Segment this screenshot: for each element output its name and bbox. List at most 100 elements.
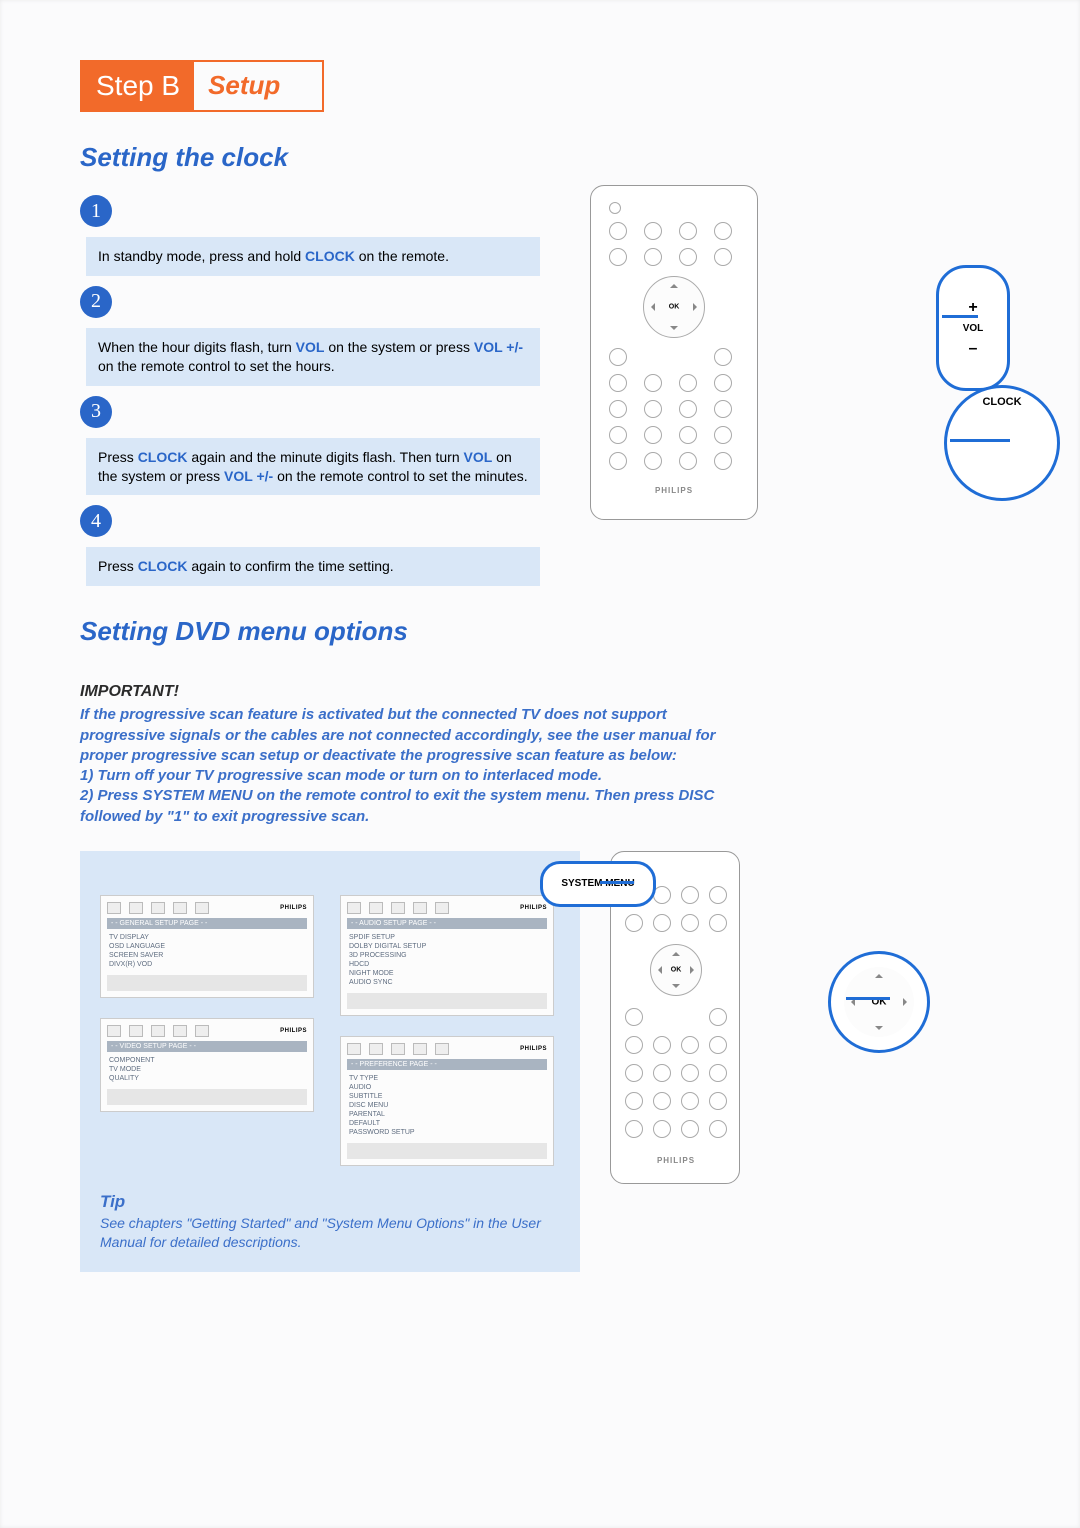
menu-video: PHILIPS - - VIDEO SETUP PAGE - - COMPONE…	[100, 1018, 314, 1112]
tab-icon	[369, 902, 383, 914]
remote-button	[679, 248, 697, 266]
step-number: 2	[80, 286, 112, 318]
remote-button	[714, 400, 732, 418]
remote-button	[625, 1036, 643, 1054]
callout-line	[950, 439, 1010, 442]
callout-line	[600, 881, 634, 884]
menu-general: PHILIPS - - GENERAL SETUP PAGE - - TV DI…	[100, 895, 314, 998]
lower-layout: PHILIPS - - GENERAL SETUP PAGE - - TV DI…	[80, 851, 1000, 1272]
arrow-down-icon	[672, 984, 680, 992]
remote-button	[679, 400, 697, 418]
remote-button	[609, 222, 627, 240]
remote-button	[644, 248, 662, 266]
remote-button	[609, 400, 627, 418]
remote-button	[681, 1092, 699, 1110]
clock-button-icon	[976, 417, 1028, 469]
remote-button	[609, 248, 627, 266]
tab-icon	[413, 902, 427, 914]
remote-button	[714, 374, 732, 392]
clock-layout: 1 In standby mode, press and hold CLOCK …	[80, 185, 1000, 586]
remote-button	[644, 400, 662, 418]
remote-button	[679, 374, 697, 392]
remote-button	[681, 886, 699, 904]
step-3-text: Press CLOCK again and the minute digits …	[86, 438, 540, 496]
arrow-up-icon	[672, 948, 680, 956]
arrow-up-icon	[875, 970, 883, 978]
tab-icon	[151, 1025, 165, 1037]
remote-button	[653, 914, 671, 932]
clock-steps: 1 In standby mode, press and hold CLOCK …	[80, 185, 560, 586]
callout-system-menu: SYSTEM MENU	[540, 861, 656, 907]
callout-line	[942, 315, 978, 318]
tab-icon	[129, 1025, 143, 1037]
remote-button	[679, 222, 697, 240]
tab-icon	[347, 902, 361, 914]
remote-button	[709, 1064, 727, 1082]
brand-label: PHILIPS	[625, 1156, 727, 1165]
remote-button	[609, 426, 627, 444]
clock-label: CLOCK	[982, 396, 1021, 408]
tip-body: See chapters "Getting Started" and "Syst…	[100, 1214, 590, 1252]
remote-diagram-bottom: OK	[610, 851, 870, 1184]
remote-button	[714, 426, 732, 444]
step-label: Step B	[82, 62, 194, 110]
vol-label: VOL	[963, 323, 984, 334]
remote-button	[653, 1036, 671, 1054]
callout-clock: CLOCK	[944, 385, 1060, 501]
menu-audio: PHILIPS - - AUDIO SETUP PAGE - - SPDIF S…	[340, 895, 554, 1016]
step-4: 4	[80, 505, 560, 537]
remote-button	[653, 1120, 671, 1138]
remote-button	[709, 1036, 727, 1054]
remote-button	[681, 1120, 699, 1138]
step-2-text: When the hour digits flash, turn VOL on …	[86, 328, 540, 386]
remote-button	[653, 1092, 671, 1110]
remote-button	[644, 452, 662, 470]
tab-icon	[413, 1043, 427, 1055]
callout-line	[846, 997, 890, 1000]
tip-title: Tip	[100, 1192, 560, 1212]
arrow-down-icon	[875, 1026, 883, 1034]
remote-diagram-top: OK	[590, 185, 970, 586]
remote-button	[625, 1092, 643, 1110]
remote-button	[609, 374, 627, 392]
remote-button	[709, 886, 727, 904]
step-number: 4	[80, 505, 112, 537]
tab-icon	[151, 902, 165, 914]
callout-ok: OK	[828, 951, 930, 1053]
menus-container: PHILIPS - - GENERAL SETUP PAGE - - TV DI…	[80, 851, 580, 1272]
tip-block: Tip See chapters "Getting Started" and "…	[100, 1192, 560, 1252]
tab-icon	[107, 902, 121, 914]
remote-button	[709, 1008, 727, 1026]
remote-button	[709, 914, 727, 932]
arrow-down-icon	[670, 326, 678, 334]
step-sub: Setup	[194, 62, 294, 110]
remote-button	[681, 1036, 699, 1054]
tab-icon	[435, 1043, 449, 1055]
arrow-right-icon	[903, 998, 911, 1006]
remote-button	[709, 1092, 727, 1110]
tab-icon	[129, 902, 143, 914]
remote-button	[625, 1064, 643, 1082]
brand-label: PHILIPS	[609, 486, 739, 495]
remote-button	[609, 452, 627, 470]
tab-icon	[347, 1043, 361, 1055]
arrow-left-icon	[647, 303, 655, 311]
ok-label: OK	[671, 966, 682, 973]
step-2: 2	[80, 286, 560, 318]
arrow-left-icon	[654, 966, 662, 974]
step-header: Step B Setup	[80, 60, 324, 112]
section-title-clock: Setting the clock	[80, 142, 1000, 173]
manual-page: Step B Setup Setting the clock 1 In stan…	[0, 0, 1080, 1528]
tab-icon	[107, 1025, 121, 1037]
important-block: IMPORTANT! If the progressive scan featu…	[80, 683, 720, 827]
tab-icon	[369, 1043, 383, 1055]
remote-button	[681, 1064, 699, 1082]
menu-preference: PHILIPS - - PREFERENCE PAGE - - TV TYPE …	[340, 1036, 554, 1166]
important-title: IMPORTANT!	[80, 683, 720, 701]
step-1-text: In standby mode, press and hold CLOCK on…	[86, 237, 540, 276]
remote-button	[625, 1008, 643, 1026]
ok-label: OK	[669, 304, 680, 311]
remote-button	[679, 452, 697, 470]
remote-button	[609, 202, 621, 214]
remote-button	[644, 222, 662, 240]
